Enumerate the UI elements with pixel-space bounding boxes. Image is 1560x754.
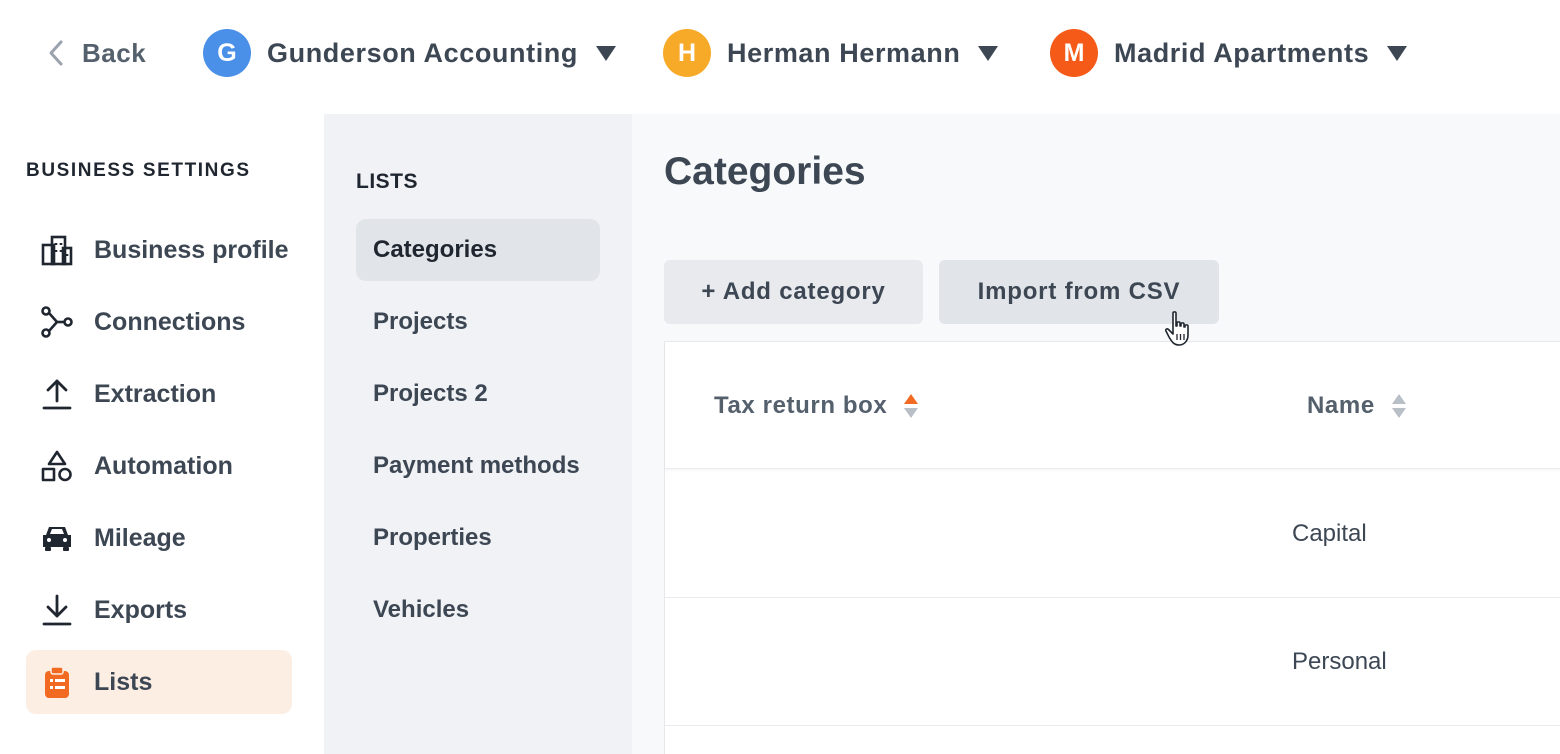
import-csv-label: Import from CSV [977,278,1181,305]
list-item-projects-2[interactable]: Projects 2 [356,363,600,425]
sidebar-item-label: Connections [94,307,246,336]
account-name: Madrid Apartments [1114,37,1370,68]
caret-down-icon [978,45,999,61]
car-icon [40,521,74,555]
sidebar-item-extraction[interactable]: Extraction [26,362,292,426]
download-icon [40,593,74,627]
page-title: Categories [664,150,866,193]
avatar: H [663,29,711,77]
sidebar-item-business-profile[interactable]: Business profile [26,218,292,282]
sidebar-item-exports[interactable]: Exports [26,578,292,642]
caret-down-icon [596,45,616,61]
sidebar-heading: BUSINESS SETTINGS [26,160,251,181]
sidebar-item-label: Mileage [94,523,186,552]
list-item-label: Projects 2 [373,380,488,407]
cell-name: Personal [1292,648,1387,675]
sidebar-item-connections[interactable]: Connections [26,290,292,354]
list-item-properties[interactable]: Properties [356,507,600,569]
back-button[interactable]: Back [46,36,146,70]
caret-down-icon [1387,45,1408,61]
categories-table: Tax return box Name Capital Personal [664,341,1560,754]
connections-icon [40,305,74,339]
back-label: Back [82,37,147,68]
column-header-tax-return-box[interactable]: Tax return box [714,392,919,420]
sidebar-item-label: Exports [94,595,188,624]
sidebar-item-label: Business profile [94,235,289,264]
table-header: Tax return box Name [665,342,1560,469]
list-item-categories[interactable]: Categories [356,219,600,281]
settings-sidebar: BUSINESS SETTINGS Business profile Conne… [0,110,324,754]
add-category-button[interactable]: + Add category [664,260,923,324]
add-category-label: + Add category [701,278,886,305]
account-switcher-herman[interactable]: H Herman Hermann [663,29,999,77]
list-item-label: Payment methods [373,452,580,479]
column-header-label: Name [1307,392,1375,419]
sidebar-item-mileage[interactable]: Mileage [26,506,292,570]
account-name: Herman Hermann [727,37,961,68]
list-item-payment-methods[interactable]: Payment methods [356,435,600,497]
account-switcher-madrid[interactable]: M Madrid Apartments [1050,29,1408,77]
chevron-left-icon [49,40,63,66]
sidebar-item-label: Lists [94,667,153,696]
sidebar-item-label: Extraction [94,379,217,408]
list-item-label: Projects [373,308,468,335]
sidebar-item-automation[interactable]: Automation [26,434,292,498]
account-name: Gunderson Accounting [267,37,578,68]
lists-heading: LISTS [356,170,419,193]
main-content: Categories + Add category Import from CS… [632,114,1560,754]
lists-panel: LISTS Categories Projects Projects 2 Pay… [324,114,632,754]
list-item-label: Categories [373,236,498,263]
account-switcher-gunderson[interactable]: G Gunderson Accounting [203,29,616,77]
cell-name: Capital [1292,520,1367,547]
list-item-projects[interactable]: Projects [356,291,600,353]
top-bar: Back G Gunderson Accounting H Herman Her… [0,0,1560,110]
upload-icon [40,377,74,411]
sort-icon [1391,394,1406,418]
column-header-label: Tax return box [714,392,888,419]
list-item-label: Properties [373,524,492,551]
sidebar-item-label: Automation [94,451,233,480]
list-item-vehicles[interactable]: Vehicles [356,579,600,641]
avatar: M [1050,29,1098,77]
table-row[interactable]: Personal [665,598,1560,726]
list-item-label: Vehicles [373,596,470,623]
clipboard-list-icon [40,665,74,699]
building-icon [40,233,74,267]
table-row[interactable]: Capital [665,470,1560,598]
avatar: G [203,29,251,77]
column-header-name[interactable]: Name [1307,392,1407,420]
shapes-icon [40,449,74,483]
sort-ascending-icon [904,394,919,418]
sidebar-item-lists[interactable]: Lists [26,650,292,714]
hand-cursor-icon [1164,311,1189,346]
